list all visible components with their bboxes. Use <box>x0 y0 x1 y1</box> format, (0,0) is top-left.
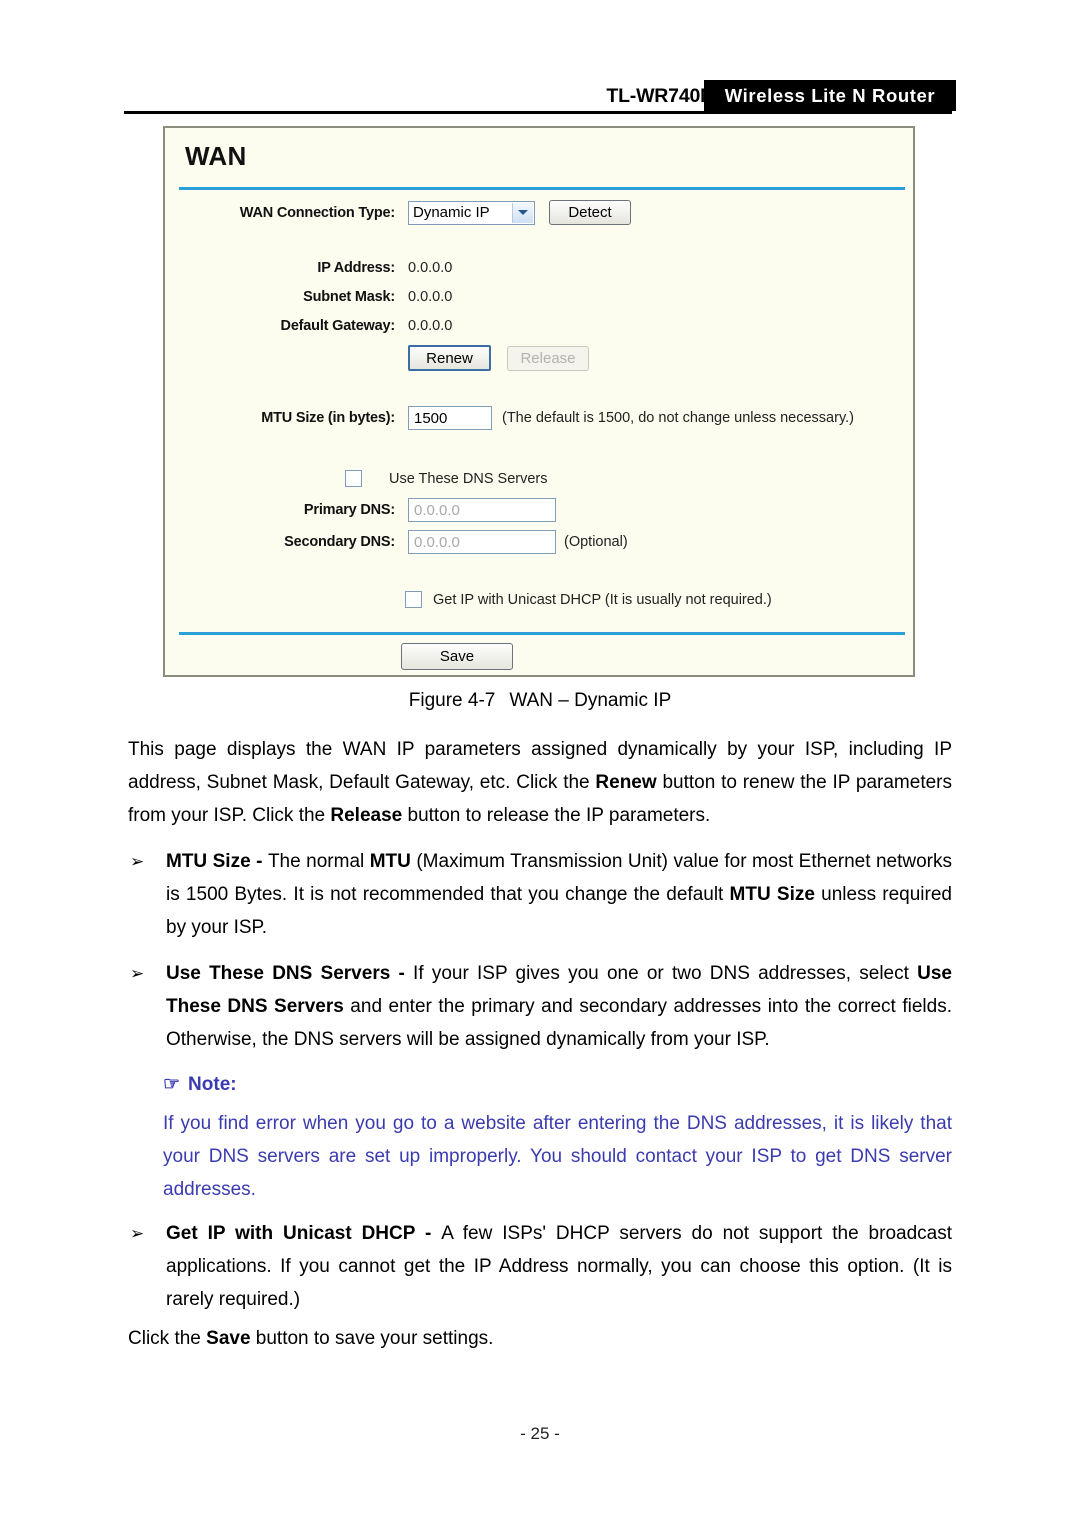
mtu-size-hint: (The default is 1500, do not change unle… <box>502 410 854 426</box>
wan-settings-screenshot: WAN WAN Connection Type: Dynamic IP Dete… <box>163 126 915 677</box>
bullet-marker-icon: ➢ <box>130 852 145 871</box>
mtu-bold-3: MTU Size <box>729 884 815 905</box>
wan-connection-type-label: WAN Connection Type: <box>239 204 395 221</box>
note-body: If you find error when you go to a websi… <box>163 1113 952 1200</box>
bullet-marker-icon: ➢ <box>130 1224 145 1243</box>
router-model-label: TL-WR740N <box>606 85 714 107</box>
dns-bold-1: Use These DNS Servers - <box>166 963 414 984</box>
page-number: - 25 - <box>520 1424 560 1443</box>
ip-address-label: IP Address: <box>317 260 395 276</box>
detect-button[interactable]: Detect <box>549 200 631 225</box>
intro-text-3: button to release the IP parameters. <box>402 805 711 826</box>
bullet-marker-icon: ➢ <box>130 964 145 983</box>
secondary-dns-optional-label: (Optional) <box>564 534 628 550</box>
figure-caption: Figure 4-7 WAN – Dynamic IP <box>0 690 1080 712</box>
secondary-dns-input[interactable]: 0.0.0.0 <box>408 530 556 554</box>
product-name-badge: Wireless Lite N Router <box>704 80 956 111</box>
wan-connection-type-row: WAN Connection Type: Dynamic IP Detect <box>213 200 631 225</box>
use-dns-servers-checkbox[interactable] <box>345 470 362 487</box>
note-heading: ☞ Note: <box>163 1073 237 1096</box>
header-rule <box>124 111 952 114</box>
mtu-text-1: The normal <box>267 851 370 872</box>
wan-connection-type-select[interactable]: Dynamic IP <box>408 200 535 225</box>
panel-divider-top <box>179 187 905 190</box>
unicast-dhcp-checkbox[interactable] <box>405 591 422 608</box>
save-bold: Save <box>206 1328 251 1349</box>
dns-text-1: If your ISP gives you one or two DNS add… <box>413 963 918 984</box>
ip-address-row: IP Address: 0.0.0.0 <box>213 260 452 276</box>
default-gateway-label: Default Gateway: <box>280 318 396 334</box>
release-bold: Release <box>330 805 403 826</box>
primary-dns-input[interactable]: 0.0.0.0 <box>408 498 556 522</box>
renew-button[interactable]: Renew <box>408 345 491 371</box>
save-button[interactable]: Save <box>401 643 513 670</box>
wan-connection-type-value: Dynamic IP <box>413 204 490 221</box>
note-title: Note: <box>188 1074 237 1095</box>
mtu-size-row: MTU Size (in bytes): 1500 (The default i… <box>213 406 854 430</box>
document-page: TL-WR740N Wireless Lite N Router WAN WAN… <box>0 0 1080 1527</box>
subnet-mask-value: 0.0.0.0 <box>408 289 453 305</box>
save-text-1: Click the <box>128 1328 207 1349</box>
subnet-mask-row: Subnet Mask: 0.0.0.0 <box>213 289 452 305</box>
panel-title: WAN <box>185 141 247 171</box>
renew-release-row: Renew Release <box>408 345 589 371</box>
chevron-down-icon[interactable] <box>512 202 533 223</box>
renew-bold: Renew <box>595 772 657 793</box>
default-gateway-value: 0.0.0.0 <box>408 318 453 334</box>
save-row: Save <box>401 643 513 670</box>
figure-number: Figure 4-7 <box>408 690 496 711</box>
primary-dns-row: Primary DNS: 0.0.0.0 <box>213 498 556 522</box>
bullet-unicast-dhcp: ➢ Get IP with Unicast DHCP - A few ISPs' … <box>128 1217 952 1316</box>
document-header: TL-WR740N Wireless Lite N Router <box>124 80 956 118</box>
bullet-mtu-size: ➢ MTU Size - The normal MTU (Maximum Tran… <box>128 845 952 944</box>
primary-dns-label: Primary DNS: <box>303 502 395 518</box>
save-text-2: button to save your settings. <box>250 1328 494 1349</box>
mtu-bold-1: MTU Size - <box>166 851 268 872</box>
bullet-use-dns-servers: ➢ Use These DNS Servers - If your ISP giv… <box>128 957 952 1056</box>
secondary-dns-label: Secondary DNS: <box>284 534 395 550</box>
mtu-size-input[interactable]: 1500 <box>408 406 492 430</box>
mtu-bold-2: MTU <box>369 851 411 872</box>
panel-divider-bottom <box>179 632 905 635</box>
dhcp-bold-1: Get IP with Unicast DHCP - <box>166 1223 442 1244</box>
secondary-dns-row: Secondary DNS: 0.0.0.0 (Optional) <box>213 530 628 554</box>
use-dns-servers-label: Use These DNS Servers <box>389 470 548 487</box>
figure-title: WAN – Dynamic IP <box>509 690 672 711</box>
pointing-hand-icon: ☞ <box>163 1074 181 1095</box>
intro-paragraph: This page displays the WAN IP parameters… <box>128 733 952 832</box>
default-gateway-row: Default Gateway: 0.0.0.0 <box>213 318 453 334</box>
ip-address-value: 0.0.0.0 <box>408 260 453 276</box>
unicast-dhcp-row: Get IP with Unicast DHCP (It is usually … <box>405 591 772 608</box>
save-instruction-paragraph: Click the Save button to save your setti… <box>128 1322 952 1355</box>
mtu-size-label: MTU Size (in bytes): <box>261 410 395 426</box>
release-button: Release <box>507 345 589 371</box>
subnet-mask-label: Subnet Mask: <box>303 289 395 305</box>
use-dns-servers-row: Use These DNS Servers <box>345 470 547 487</box>
unicast-dhcp-label: Get IP with Unicast DHCP (It is usually … <box>433 591 772 608</box>
